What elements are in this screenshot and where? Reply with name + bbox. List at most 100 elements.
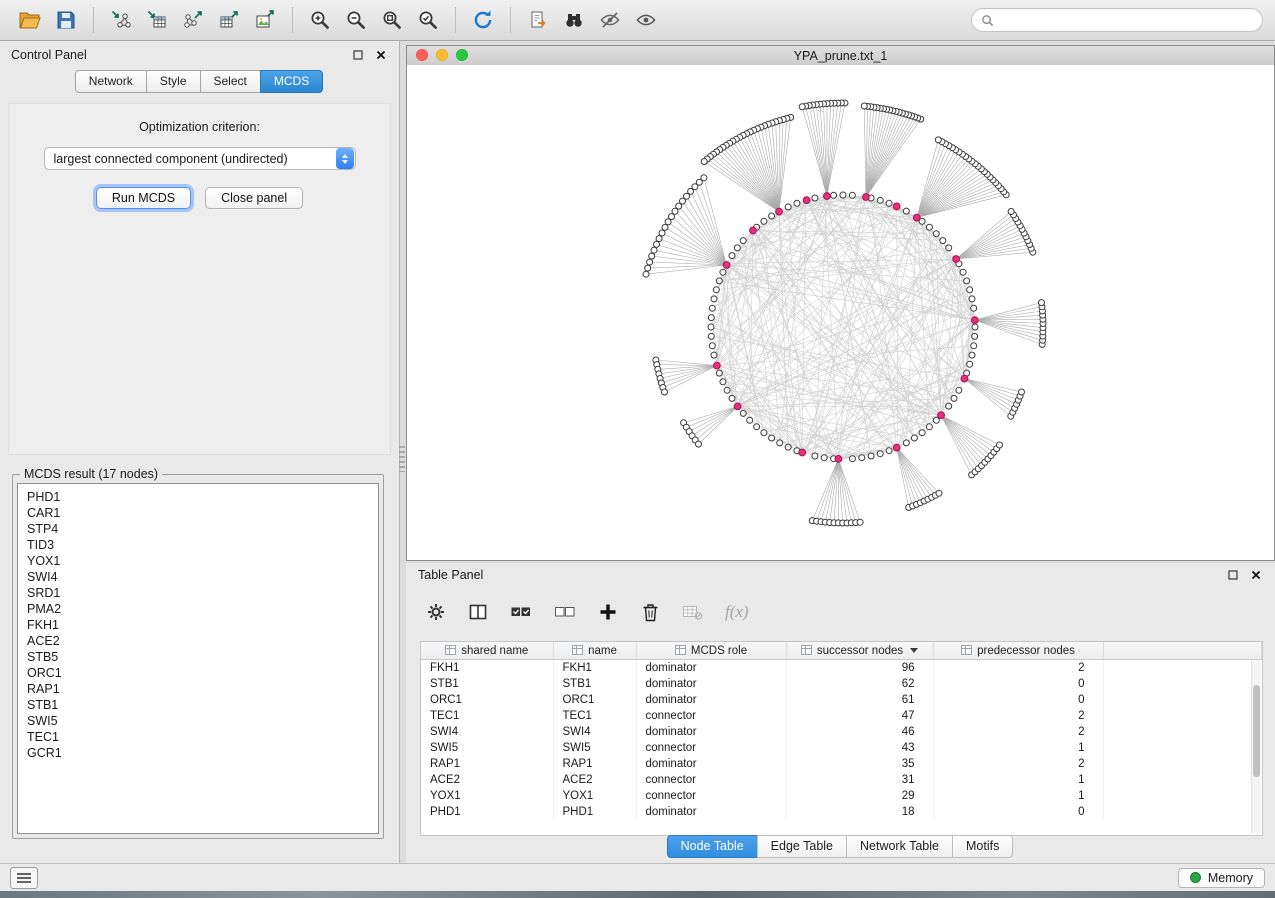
column-header-predecessor-nodes[interactable]: predecessor nodes xyxy=(933,642,1103,660)
network-window-titlebar[interactable]: YPA_prune.txt_1 xyxy=(407,46,1274,66)
zoom-selected-button[interactable] xyxy=(410,3,446,37)
export-table-button[interactable] xyxy=(211,3,247,37)
float-panel-icon[interactable] xyxy=(1226,568,1240,582)
zoom-in-icon xyxy=(309,9,331,31)
deselect-all-button[interactable] xyxy=(554,603,576,621)
tab-mcds[interactable]: MCDS xyxy=(260,70,323,93)
delete-column-button[interactable] xyxy=(640,601,660,623)
panel-splitter-handle[interactable] xyxy=(399,446,405,472)
zoom-in-button[interactable] xyxy=(302,3,338,37)
import-table-button[interactable] xyxy=(139,3,175,37)
network-canvas[interactable] xyxy=(407,65,1274,560)
show-columns-button[interactable] xyxy=(468,602,488,622)
save-session-button[interactable] xyxy=(48,3,84,37)
mcds-result-item[interactable]: CAR1 xyxy=(27,505,378,521)
run-mcds-button[interactable]: Run MCDS xyxy=(96,187,191,209)
select-all-button[interactable] xyxy=(510,603,532,621)
zoom-out-button[interactable] xyxy=(338,3,374,37)
mcds-result-list[interactable]: PHD1CAR1STP4TID3YOX1SWI4SRD1PMA2FKH1ACE2… xyxy=(17,483,379,834)
table-cell: 18 xyxy=(786,804,933,820)
tab-style[interactable]: Style xyxy=(146,70,201,93)
table-cell: SWI5 xyxy=(421,740,553,756)
column-label: predecessor nodes xyxy=(977,645,1075,657)
table-row[interactable]: RAP1RAP1dominator352 xyxy=(421,756,1262,772)
table-row[interactable]: TEC1TEC1connector472 xyxy=(421,708,1262,724)
mcds-result-item[interactable]: SWI4 xyxy=(27,569,378,585)
column-header-mcds-role[interactable]: MCDS role xyxy=(636,642,786,660)
open-file-button[interactable] xyxy=(12,3,48,37)
mcds-result-item[interactable]: RAP1 xyxy=(27,681,378,697)
table-panel: Table Panel xyxy=(406,563,1275,863)
table-row[interactable]: SWI4SWI4dominator462 xyxy=(421,724,1262,740)
table-cell: ACE2 xyxy=(421,772,553,788)
mcds-result-item[interactable]: YOX1 xyxy=(27,553,378,569)
share-document-button[interactable] xyxy=(520,3,556,37)
mcds-result-item[interactable]: PMA2 xyxy=(27,601,378,617)
hide-selected-button[interactable] xyxy=(592,3,628,37)
mcds-result-item[interactable]: SRD1 xyxy=(27,585,378,601)
table-row[interactable]: FKH1FKH1dominator962 xyxy=(421,660,1262,677)
scrollbar-thumb[interactable] xyxy=(1253,685,1260,777)
minimize-window-icon[interactable] xyxy=(436,49,448,61)
sort-descending-icon[interactable] xyxy=(910,648,918,653)
application-window: Control Panel Network Style Select MCDS … xyxy=(0,0,1275,898)
export-network-button[interactable] xyxy=(175,3,211,37)
refresh-button[interactable] xyxy=(465,3,501,37)
tab-network[interactable]: Network xyxy=(75,70,147,93)
mcds-result-item[interactable]: FKH1 xyxy=(27,617,378,633)
show-all-button[interactable] xyxy=(628,3,664,37)
mcds-result-item[interactable]: SWI5 xyxy=(27,713,378,729)
tab-edge-table[interactable]: Edge Table xyxy=(757,835,847,858)
search-input[interactable] xyxy=(999,12,1253,28)
import-network-button[interactable] xyxy=(103,3,139,37)
table-row[interactable]: ORC1ORC1dominator610 xyxy=(421,692,1262,708)
close-panel-button[interactable]: Close panel xyxy=(205,187,303,209)
toolbar-search[interactable] xyxy=(971,8,1263,32)
mcds-result-title: MCDS result (17 nodes) xyxy=(20,467,162,481)
column-label: MCDS role xyxy=(691,645,747,657)
table-row[interactable]: ACE2ACE2connector311 xyxy=(421,772,1262,788)
add-column-button[interactable] xyxy=(598,602,618,622)
maximize-window-icon[interactable] xyxy=(456,49,468,61)
table-row[interactable]: STB1STB1dominator620 xyxy=(421,676,1262,692)
tab-select[interactable]: Select xyxy=(200,70,261,93)
mcds-result-item[interactable]: PHD1 xyxy=(27,489,378,505)
show-panels-button[interactable] xyxy=(10,867,38,889)
float-panel-icon[interactable] xyxy=(351,48,365,62)
memory-label: Memory xyxy=(1208,871,1253,885)
network-view[interactable] xyxy=(407,65,1274,560)
table-cell: 0 xyxy=(933,676,1103,692)
table-cell: RAP1 xyxy=(553,756,636,772)
criterion-select[interactable]: largest connected component (undirected) xyxy=(44,147,356,170)
zoom-out-icon xyxy=(345,9,367,31)
table-settings-button[interactable] xyxy=(426,602,446,622)
tab-node-table[interactable]: Node Table xyxy=(667,835,758,858)
table-row[interactable]: SWI5SWI5connector431 xyxy=(421,740,1262,756)
column-type-icon xyxy=(445,645,456,655)
column-header-successor-nodes[interactable]: successor nodes xyxy=(786,642,933,660)
mcds-result-item[interactable]: ACE2 xyxy=(27,633,378,649)
close-panel-icon[interactable] xyxy=(1249,568,1263,582)
column-header-name[interactable]: name xyxy=(553,642,636,660)
table-row[interactable]: YOX1YOX1connector291 xyxy=(421,788,1262,804)
mcds-result-item[interactable]: STB5 xyxy=(27,649,378,665)
tab-motifs[interactable]: Motifs xyxy=(952,835,1013,858)
close-panel-icon[interactable] xyxy=(374,48,388,62)
export-image-button[interactable] xyxy=(247,3,283,37)
mcds-result-item[interactable]: GCR1 xyxy=(27,745,378,761)
table-scrollbar[interactable] xyxy=(1251,661,1261,833)
memory-button[interactable]: Memory xyxy=(1178,868,1265,888)
mcds-result-item[interactable]: STP4 xyxy=(27,521,378,537)
table-row[interactable]: PHD1PHD1dominator180 xyxy=(421,804,1262,820)
mcds-result-item[interactable]: ORC1 xyxy=(27,665,378,681)
column-header-shared-name[interactable]: shared name xyxy=(421,642,553,660)
close-window-icon[interactable] xyxy=(416,49,428,61)
mcds-result-item[interactable]: TID3 xyxy=(27,537,378,553)
mcds-result-item[interactable]: TEC1 xyxy=(27,729,378,745)
search-network-button[interactable] xyxy=(556,3,592,37)
mcds-result-item[interactable]: STB1 xyxy=(27,697,378,713)
zoom-fit-button[interactable] xyxy=(374,3,410,37)
tab-network-table[interactable]: Network Table xyxy=(846,835,953,858)
eye-icon xyxy=(635,9,657,31)
table-cell: FKH1 xyxy=(421,660,553,677)
